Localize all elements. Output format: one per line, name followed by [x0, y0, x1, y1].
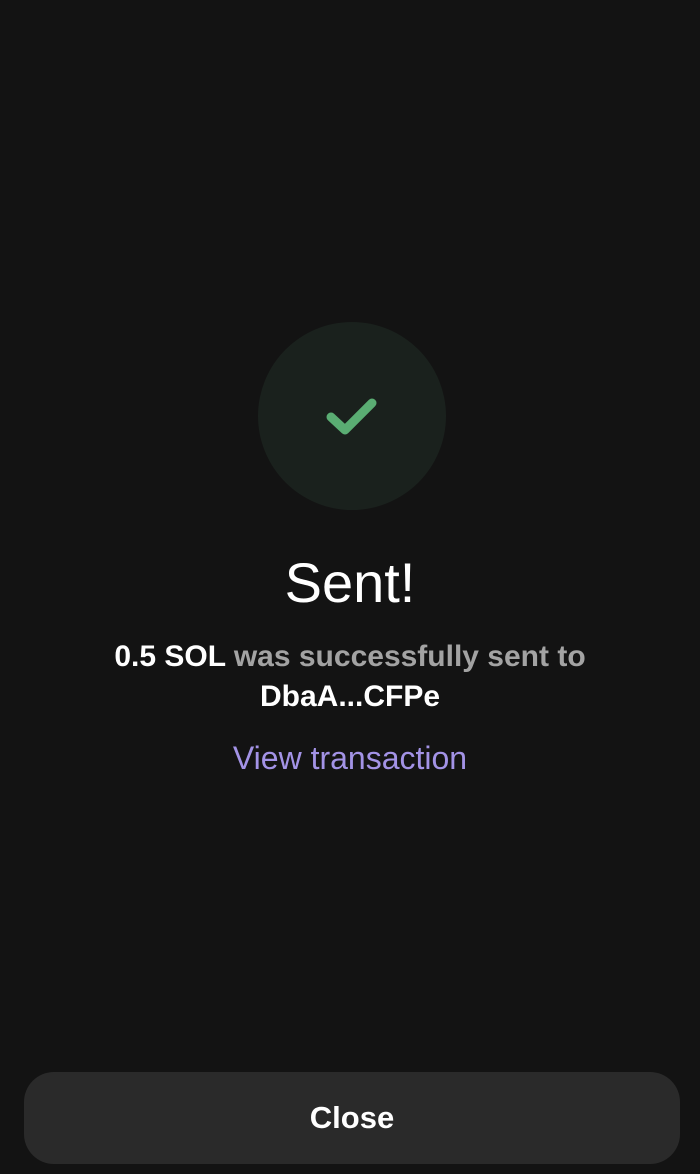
view-transaction-link[interactable]: View transaction [0, 737, 700, 779]
recipient-address: DbaA...CFPe [259, 680, 441, 713]
check-icon [326, 398, 377, 435]
status-message-text: was successfully sent to [225, 640, 586, 673]
success-status-circle [258, 322, 446, 510]
sent-amount: 0.5 SOL [114, 640, 226, 673]
status-title: Sent! [284, 551, 416, 614]
status-message: 0.5 SOL was successfully sent to DbaA...… [60, 637, 640, 717]
close-button[interactable]: Close [24, 1072, 680, 1164]
